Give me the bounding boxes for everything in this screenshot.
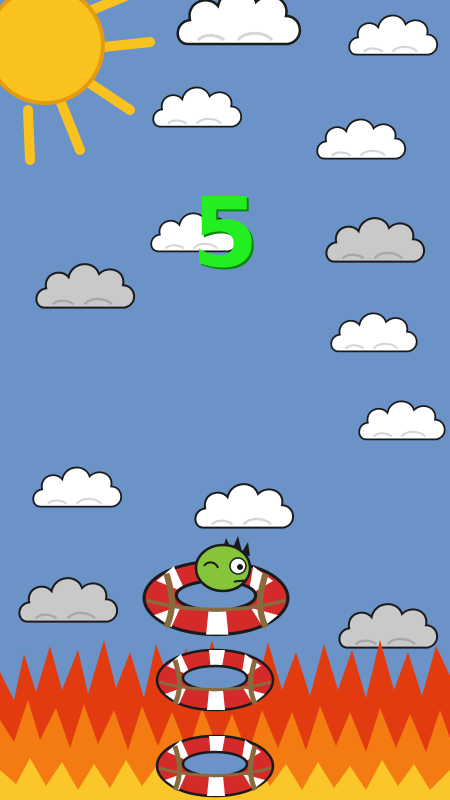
cloud-icon [348, 14, 439, 56]
cloud-icon [316, 118, 407, 160]
cloud-icon [330, 312, 418, 353]
cloud-icon [32, 466, 123, 508]
game-scene[interactable]: 5 [0, 0, 450, 800]
game-canvas [0, 0, 450, 800]
green-creature-icon [194, 536, 252, 593]
storm-cloud-icon [325, 216, 426, 263]
cloud-icon [194, 482, 295, 529]
sun-icon [0, 0, 155, 165]
cloud-icon [152, 86, 243, 128]
life-ring-icon [157, 736, 273, 796]
storm-cloud-icon [18, 576, 119, 623]
storm-cloud-icon [35, 262, 136, 309]
life-ring-icon [157, 650, 273, 710]
score-counter: 5 [191, 177, 259, 289]
cloud-icon [358, 400, 446, 441]
storm-cloud-icon [338, 602, 439, 649]
cloud-icon [176, 0, 302, 46]
